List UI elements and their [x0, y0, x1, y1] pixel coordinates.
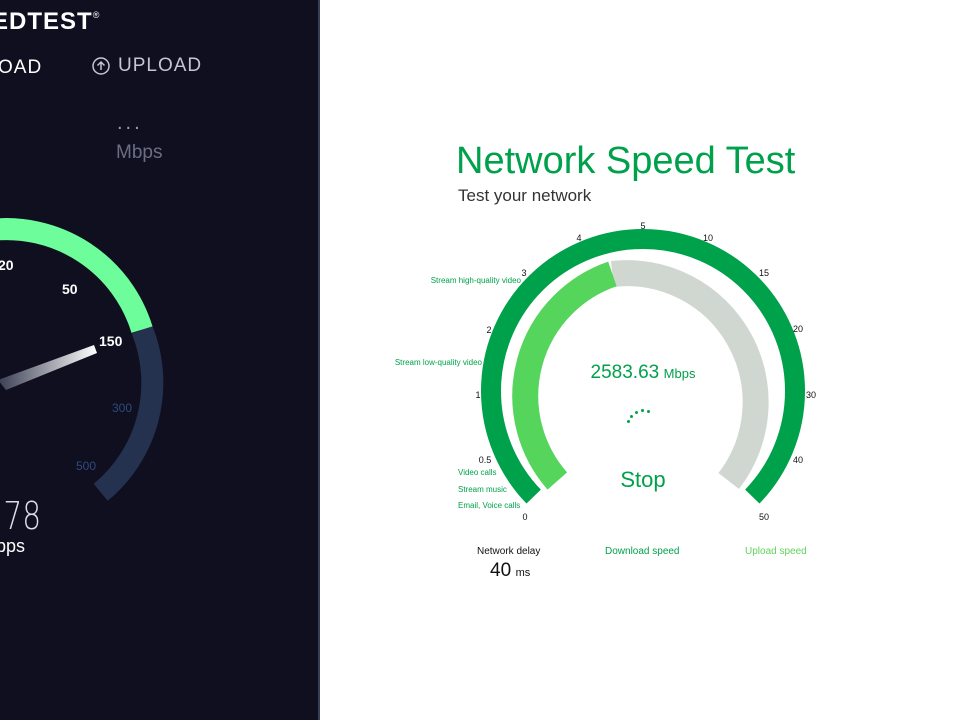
gauge-tick-label: 3: [521, 268, 526, 278]
gauge-tick-label: 4: [576, 233, 581, 243]
network-delay-label: Network delay: [477, 546, 541, 557]
current-speed-readout: 2583.63 Mbps: [560, 362, 726, 384]
gauge-tick-label: 50: [759, 512, 769, 522]
gauge-annotation: Stream high-quality video: [431, 276, 522, 285]
gauge-tick-label: 30: [806, 390, 816, 400]
gauge-annotation: Video calls: [458, 468, 497, 477]
network-delay-readout: 40 ms: [490, 560, 530, 582]
gauge-tick-label: 10: [703, 233, 713, 243]
download-speed-label: Download speed: [605, 546, 680, 557]
gauge-tick-label: 0: [522, 512, 527, 522]
loading-spinner-icon: [620, 400, 660, 430]
gauge-tick-label: 20: [793, 324, 803, 334]
gauge-annotation: Email, Voice calls: [458, 501, 520, 510]
network-speed-gauge: 0 0.5 1 2 3 4 5 10 15 20 30 40 50 Stream…: [395, 221, 816, 522]
gauge-tick-label: 15: [759, 268, 769, 278]
gauge-tick-label: 40: [793, 455, 803, 465]
network-delay-unit: ms: [515, 567, 531, 579]
current-speed-unit: Mbps: [663, 366, 696, 381]
gauge-tick-label: 1: [475, 390, 480, 400]
network-delay-value: 40: [490, 560, 512, 581]
gauge-annotation: Stream music: [458, 485, 507, 494]
gauge-tick-label: 2: [486, 325, 491, 335]
gauge-annotation: Stream low-quality video: [395, 358, 483, 367]
current-speed-value: 2583.63: [590, 362, 660, 383]
gauge-tick-label: 5: [640, 221, 645, 231]
stop-button[interactable]: Stop: [598, 462, 688, 498]
gauge-tick-label: 0.5: [479, 455, 492, 465]
upload-speed-label: Upload speed: [745, 546, 807, 557]
